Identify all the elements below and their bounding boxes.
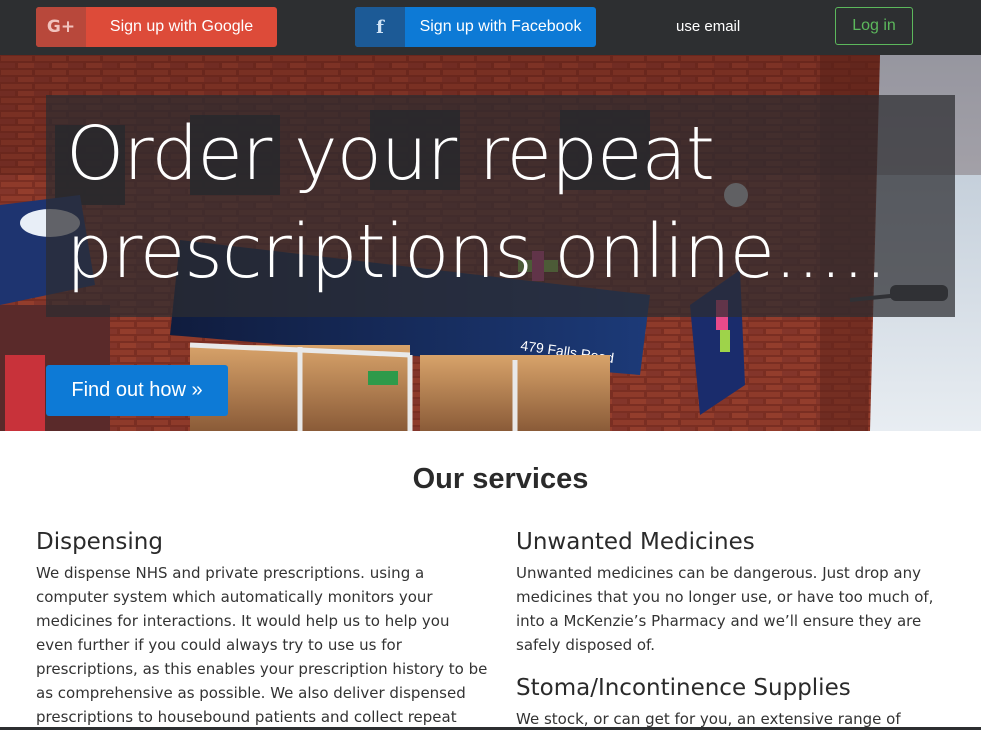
hero-title: Order your repeat prescriptions online..…: [66, 111, 888, 295]
use-email-link[interactable]: use email: [676, 18, 740, 35]
sign-up-facebook-button[interactable]: f Sign up with Facebook: [355, 7, 596, 47]
service-heading: Dispensing: [36, 529, 163, 555]
service-heading: Unwanted Medicines: [516, 529, 755, 555]
service-dispensing: Dispensing We dispense NHS and private p…: [36, 529, 491, 730]
find-out-how-button[interactable]: Find out how »: [46, 365, 228, 416]
sign-up-google-button[interactable]: G+ Sign up with Google: [36, 7, 277, 47]
facebook-icon: f: [355, 7, 405, 47]
service-stoma-incontinence: Stoma/Incontinence Supplies We stock, or…: [516, 675, 966, 730]
service-description: We dispense NHS and private prescription…: [36, 564, 488, 726]
login-button[interactable]: Log in: [835, 7, 913, 45]
service-description: Unwanted medicines can be dangerous. Jus…: [516, 564, 934, 654]
hero-banner: 479 Falls Road Order your repeat prescri…: [0, 55, 981, 431]
services-heading: Our services: [412, 463, 589, 495]
service-heading: Stoma/Incontinence Supplies: [516, 675, 851, 701]
top-navbar: G+ Sign up with Google f Sign up with Fa…: [0, 0, 981, 55]
service-unwanted-medicines: Unwanted Medicines Unwanted medicines ca…: [516, 529, 966, 657]
sign-up-google-label: Sign up with Google: [109, 18, 254, 35]
google-plus-icon: G+: [36, 7, 86, 47]
sign-up-facebook-label: Sign up with Facebook: [419, 18, 582, 35]
